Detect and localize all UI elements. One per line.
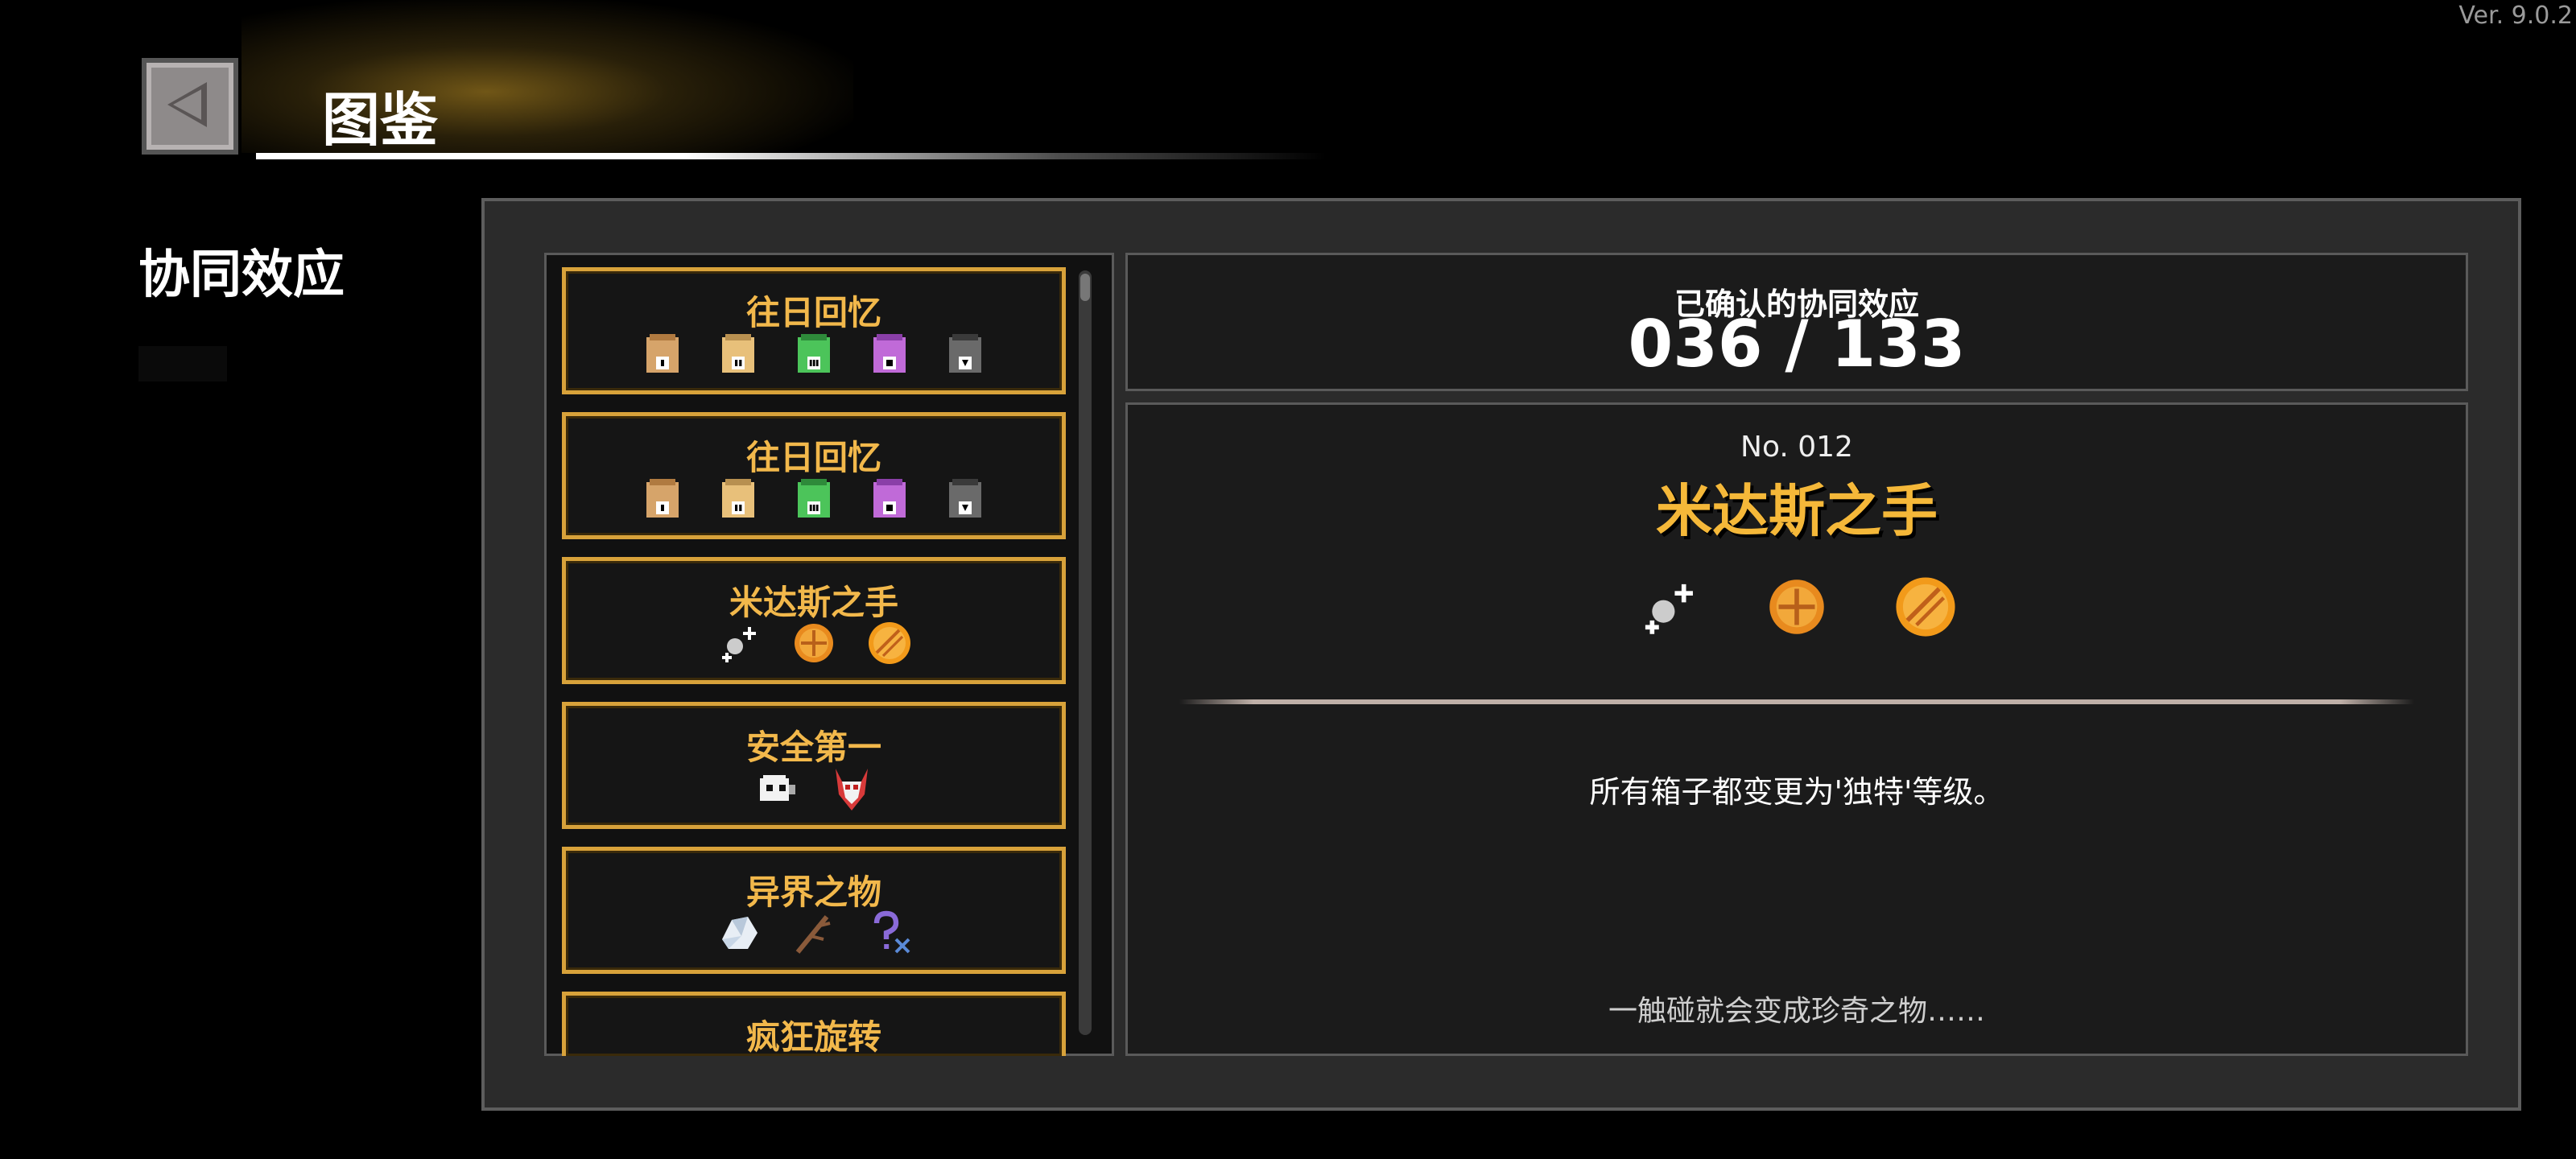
- back-arrow-icon: [162, 76, 218, 136]
- synergy-detail-panel: No. 012 米达斯之手 所有箱子都变更为'独特'等级。 一触碰就会变成珍奇之…: [1125, 402, 2468, 1056]
- gold-disc-icon: [864, 617, 915, 669]
- grey-pouch-V-icon: [939, 328, 991, 379]
- header-underline: [256, 153, 1327, 159]
- green-pouch-III-icon: [788, 328, 840, 379]
- list-item[interactable]: 米达斯之手: [562, 557, 1066, 684]
- red-demon-mask-icon: [826, 762, 877, 814]
- list-item[interactable]: 往日回忆: [562, 267, 1066, 394]
- gold-coin-icon: [1761, 571, 1833, 643]
- sparkle-bead-icon: [712, 617, 764, 669]
- section-title: 协同效应: [138, 245, 345, 305]
- version-label: Ver. 9.0.2: [2458, 2, 2573, 30]
- counter-value: 036 / 133: [1628, 307, 1966, 382]
- tan-pouch-II-icon: [712, 472, 764, 524]
- gold-coin-icon: [788, 617, 840, 669]
- sparkle-bead-icon: [1632, 571, 1704, 643]
- list-item-name: 疯狂旋转: [745, 1017, 881, 1057]
- tan-pouch-II-icon: [712, 328, 764, 379]
- green-pouch-III-icon: [788, 472, 840, 524]
- purple-pouch-IV-icon: [864, 328, 915, 379]
- crystal-rock-icon: [712, 907, 764, 959]
- detail-description: 所有箱子都变更为'独特'等级。: [1589, 774, 2004, 810]
- list-item[interactable]: 安全第一: [562, 702, 1066, 829]
- tan-pouch-I-icon: [637, 328, 688, 379]
- detail-flavor-text: 一触碰就会变成珍奇之物……: [1608, 995, 1985, 1028]
- dead-branch-icon: [788, 907, 840, 959]
- gold-disc-icon: [1889, 571, 1962, 643]
- grey-pouch-V-icon: [939, 472, 991, 524]
- purple-pouch-IV-icon: [864, 472, 915, 524]
- list-scroll-thumb[interactable]: [1080, 274, 1090, 301]
- list-item[interactable]: 疯狂旋转: [562, 992, 1066, 1057]
- back-button[interactable]: [142, 58, 238, 155]
- page-title: 图鉴: [322, 86, 439, 154]
- white-skull-icon: [750, 762, 802, 814]
- detail-divider: [1179, 699, 2414, 704]
- list-scrollbar[interactable]: [1079, 270, 1092, 1035]
- list-item[interactable]: 往日回忆: [562, 412, 1066, 539]
- tan-pouch-I-icon: [637, 472, 688, 524]
- synergy-counter-panel: 已确认的协同效应 036 / 133: [1125, 253, 2468, 391]
- bg-faded-tab: [138, 346, 227, 382]
- list-item[interactable]: 异界之物: [562, 847, 1066, 974]
- detail-number: No. 012: [1740, 431, 1853, 464]
- detail-name: 米达斯之手: [1656, 478, 1938, 544]
- purple-question-icon: [864, 907, 915, 959]
